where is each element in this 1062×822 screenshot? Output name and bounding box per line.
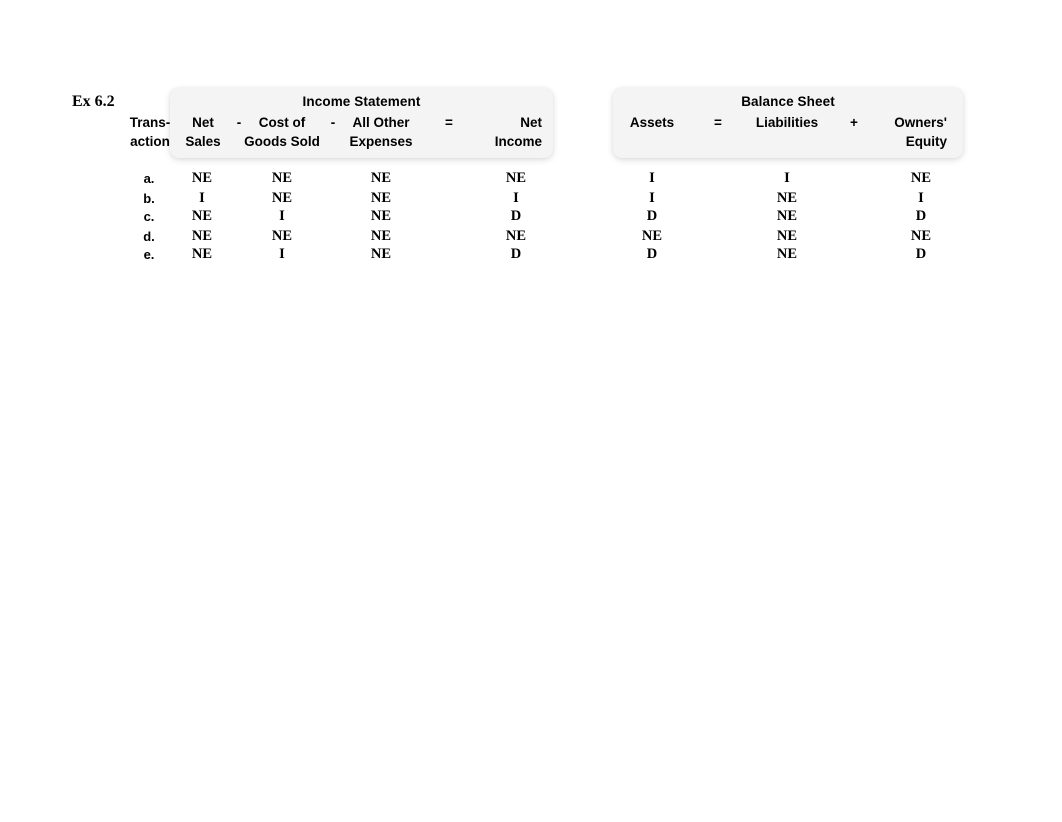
- cell-owners-equity: D: [915, 246, 927, 262]
- cell-assets: D: [646, 208, 658, 224]
- row-label: d.: [143, 229, 155, 244]
- column-header-net-sales: Net Sales: [185, 115, 221, 149]
- row-label: e.: [143, 247, 155, 262]
- cell-liabilities: NE: [776, 228, 798, 244]
- cell-cost-of-goods-sold: I: [279, 208, 285, 224]
- cell-liabilities: NE: [776, 190, 798, 206]
- column-header-assets: Assets: [629, 115, 675, 130]
- row-label: a.: [143, 171, 155, 186]
- cell-cost-of-goods-sold: I: [279, 246, 285, 262]
- cell-net-income: NE: [505, 170, 527, 186]
- cell-net-sales: NE: [191, 246, 213, 262]
- balance-sheet-title: Balance Sheet: [741, 94, 835, 109]
- exercise-label: Ex 6.2: [72, 93, 115, 110]
- column-header-net-income: Net Income: [494, 115, 542, 149]
- cell-net-income: D: [510, 208, 522, 224]
- cell-all-other-expenses: NE: [370, 190, 392, 206]
- cell-liabilities: I: [784, 170, 790, 186]
- income-statement-title: Income Statement: [302, 94, 421, 109]
- cell-cost-of-goods-sold: NE: [271, 190, 293, 206]
- cell-owners-equity: NE: [910, 228, 932, 244]
- cell-cost-of-goods-sold: NE: [271, 170, 293, 186]
- column-header-all-other-expenses: All Other Expenses: [349, 115, 413, 149]
- cell-all-other-expenses: NE: [370, 246, 392, 262]
- cell-net-sales: NE: [191, 228, 213, 244]
- cell-assets: I: [649, 190, 655, 206]
- cell-assets: NE: [641, 228, 663, 244]
- cell-net-income: D: [510, 246, 522, 262]
- cell-liabilities: NE: [776, 246, 798, 262]
- operator-equals-2: =: [714, 115, 722, 130]
- cell-cost-of-goods-sold: NE: [271, 228, 293, 244]
- cell-net-sales: NE: [191, 170, 213, 186]
- worksheet-canvas: Ex 6.2 Income Statement Trans- action - …: [0, 0, 1062, 822]
- cell-all-other-expenses: NE: [370, 208, 392, 224]
- cell-assets: D: [646, 246, 658, 262]
- cell-assets: I: [649, 170, 655, 186]
- cell-net-income: I: [513, 190, 519, 206]
- row-label: b.: [143, 191, 155, 206]
- cell-owners-equity: D: [915, 208, 927, 224]
- cell-owners-equity: I: [918, 190, 924, 206]
- cell-owners-equity: NE: [910, 170, 932, 186]
- cell-net-income: NE: [505, 228, 527, 244]
- cell-all-other-expenses: NE: [370, 228, 392, 244]
- row-label: c.: [143, 209, 155, 224]
- cell-liabilities: NE: [776, 208, 798, 224]
- column-header-owners-equity: Owners' Equity: [894, 115, 947, 149]
- column-header-liabilities: Liabilities: [755, 115, 819, 130]
- column-header-cost-of-goods-sold: Cost of Goods Sold: [244, 115, 320, 149]
- cell-net-sales: NE: [191, 208, 213, 224]
- cell-net-sales: I: [199, 190, 205, 206]
- cell-all-other-expenses: NE: [370, 170, 392, 186]
